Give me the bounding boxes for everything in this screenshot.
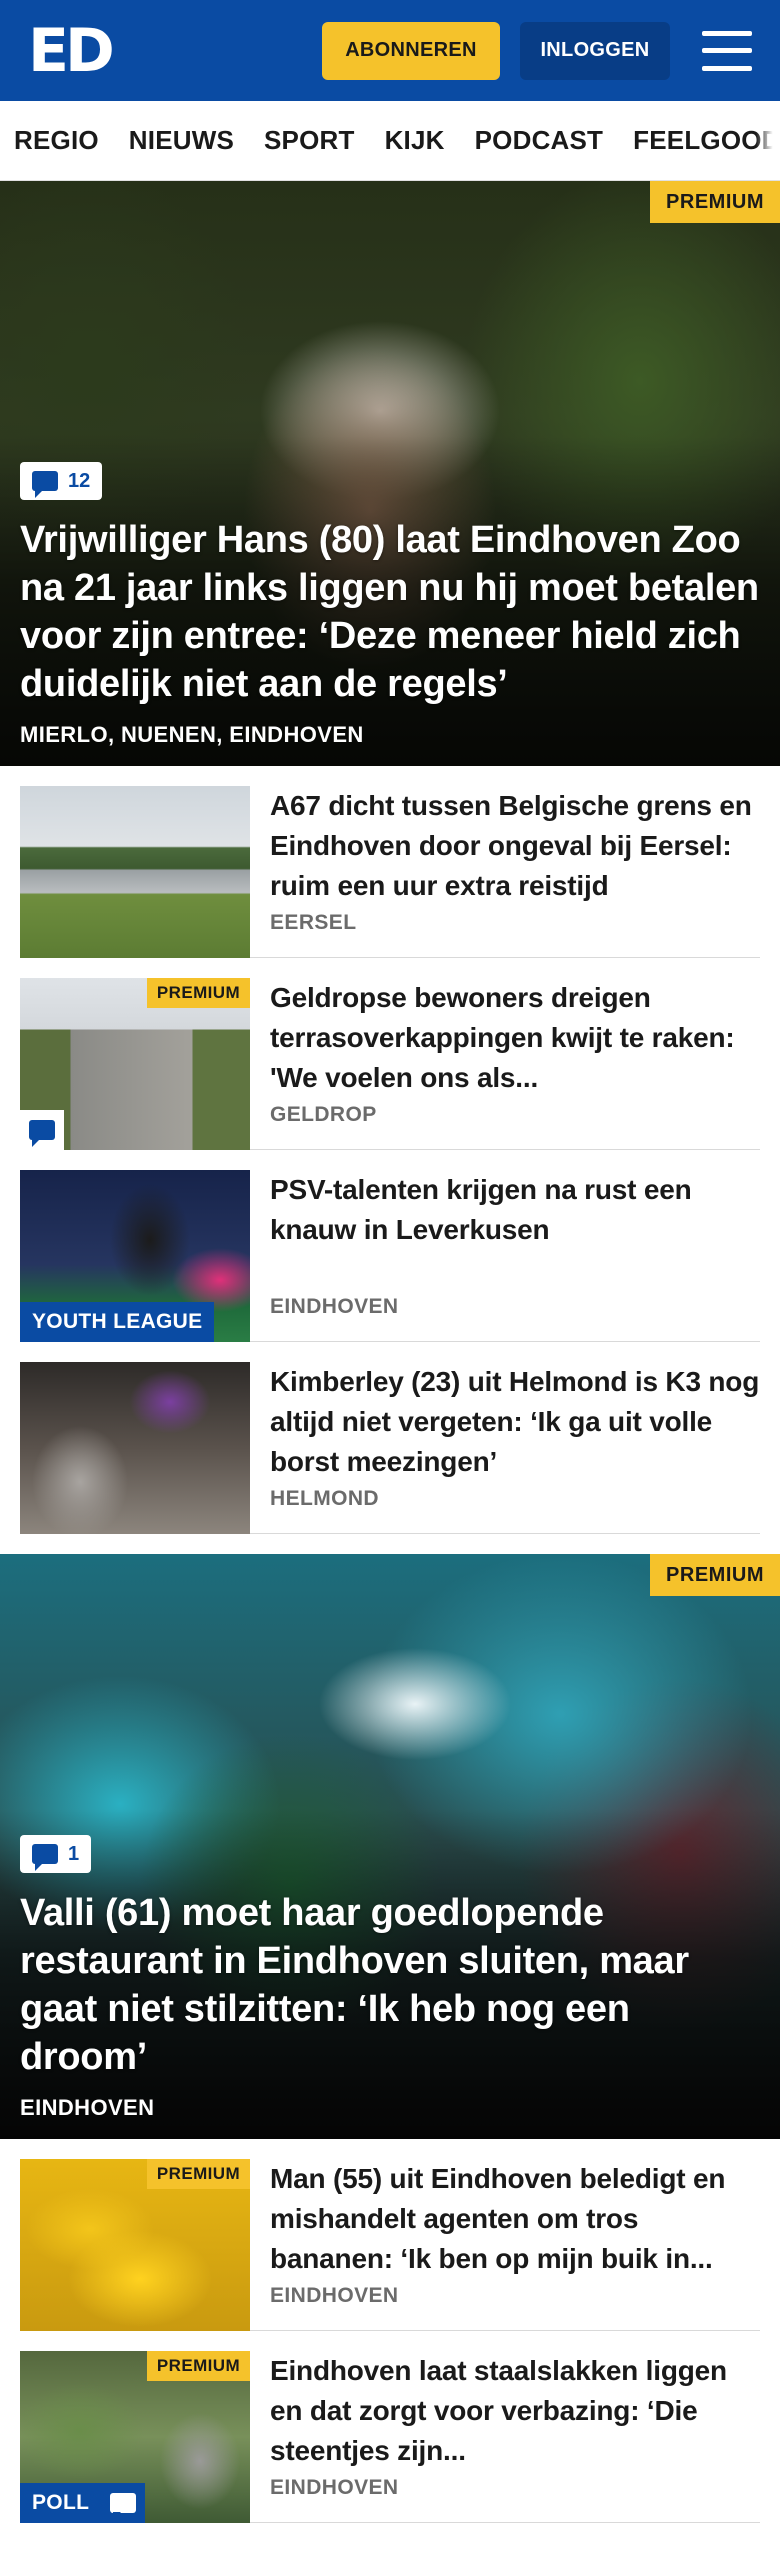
comment-icon xyxy=(110,2493,137,2520)
menu-icon[interactable] xyxy=(702,30,752,71)
article-text: Geldropse bewoners dreigen terrasoverkap… xyxy=(270,978,760,1129)
list-item[interactable]: YOUTH LEAGUE PSV-talenten krijgen na rus… xyxy=(20,1150,760,1342)
article-thumbnail xyxy=(20,1362,250,1534)
article-location: EINDHOVEN xyxy=(270,1295,399,1318)
comment-count-badge[interactable]: 1 xyxy=(20,1835,92,1873)
nav-item-regio[interactable]: REGIO xyxy=(14,125,99,156)
premium-badge: PREMIUM xyxy=(146,978,250,1008)
article-text: Eindhoven laat staalslakken liggen en da… xyxy=(270,2351,760,2502)
article-title[interactable]: PSV-talenten krijgen na rust een knauw i… xyxy=(270,1170,760,1250)
list-item[interactable]: A67 dicht tussen Belgische grens en Eind… xyxy=(20,766,760,958)
site-logo[interactable]: ED xyxy=(28,21,115,81)
premium-badge: PREMIUM xyxy=(650,181,780,223)
login-button[interactable]: INLOGGEN xyxy=(520,21,670,80)
comment-icon xyxy=(32,1844,58,1871)
nav-item-nieuws[interactable]: NIEUWS xyxy=(129,125,234,156)
article-thumbnail: YOUTH LEAGUE xyxy=(20,1170,250,1342)
hero-title[interactable]: Valli (61) moet haar goedlopende restaur… xyxy=(20,1889,760,2081)
article-text: A67 dicht tussen Belgische grens en Eind… xyxy=(270,786,760,937)
article-title[interactable]: A67 dicht tussen Belgische grens en Eind… xyxy=(270,786,760,906)
article-list: PREMIUM Man (55) uit Eindhoven beledigt … xyxy=(0,2139,780,2523)
article-location: GELDROP xyxy=(270,1103,377,1126)
subscribe-button[interactable]: ABONNEREN xyxy=(322,21,500,80)
article-thumbnail: PREMIUM xyxy=(20,978,250,1150)
hero-content: 1 Valli (61) moet haar goedlopende resta… xyxy=(20,1835,760,2121)
premium-badge: PREMIUM xyxy=(146,2351,250,2381)
premium-badge: PREMIUM xyxy=(650,1554,780,1596)
comment-count: 12 xyxy=(68,469,91,492)
premium-badge: PREMIUM xyxy=(146,2159,250,2189)
article-location: EERSEL xyxy=(270,911,357,934)
poll-badge-group: POLL xyxy=(20,2483,146,2523)
article-title[interactable]: Kimberley (23) uit Helmond is K3 nog alt… xyxy=(270,1362,760,1482)
article-thumbnail xyxy=(20,786,250,958)
comment-icon xyxy=(32,471,58,498)
article-text: Kimberley (23) uit Helmond is K3 nog alt… xyxy=(270,1362,760,1513)
nav-item-sport[interactable]: SPORT xyxy=(264,125,355,156)
nav-scroll-fade xyxy=(756,101,780,180)
list-item[interactable]: PREMIUM Geldropse bewoners dreigen terra… xyxy=(20,958,760,1150)
nav-item-kijk[interactable]: KIJK xyxy=(385,125,445,156)
article-location: EINDHOVEN xyxy=(270,2476,399,2499)
article-title[interactable]: Eindhoven laat staalslakken liggen en da… xyxy=(270,2351,760,2471)
article-title[interactable]: Geldropse bewoners dreigen terrasoverkap… xyxy=(270,978,760,1098)
article-title[interactable]: Man (55) uit Eindhoven beledigt en misha… xyxy=(270,2159,760,2279)
section-nav: REGIO NIEUWS SPORT KIJK PODCAST FEELGOOD xyxy=(0,101,780,181)
article-list: A67 dicht tussen Belgische grens en Eind… xyxy=(0,766,780,1534)
hero-location: EINDHOVEN xyxy=(20,2095,155,2120)
site-header: ED ABONNEREN INLOGGEN xyxy=(0,0,780,101)
article-thumbnail: PREMIUM POLL xyxy=(20,2351,250,2523)
article-location: HELMOND xyxy=(270,1487,379,1510)
list-item[interactable]: PREMIUM Man (55) uit Eindhoven beledigt … xyxy=(20,2139,760,2331)
comment-icon-badge[interactable] xyxy=(20,1110,64,1150)
hero-article[interactable]: PREMIUM 12 Vrijwilliger Hans (80) laat E… xyxy=(0,181,780,766)
comment-count-badge[interactable]: 12 xyxy=(20,462,103,500)
article-text: Man (55) uit Eindhoven beledigt en misha… xyxy=(270,2159,760,2310)
hero-title[interactable]: Vrijwilliger Hans (80) laat Eindhoven Zo… xyxy=(20,516,760,708)
comment-count: 1 xyxy=(68,1842,80,1865)
hero-location: MIERLO, NUENEN, EINDHOVEN xyxy=(20,722,364,747)
header-actions: ABONNEREN INLOGGEN xyxy=(322,21,752,80)
nav-item-podcast[interactable]: PODCAST xyxy=(475,125,604,156)
list-item[interactable]: Kimberley (23) uit Helmond is K3 nog alt… xyxy=(20,1342,760,1534)
comment-icon xyxy=(29,1120,55,1147)
hero-content: 12 Vrijwilliger Hans (80) laat Eindhoven… xyxy=(20,462,760,748)
comment-icon-badge[interactable] xyxy=(101,2483,146,2523)
article-thumbnail: PREMIUM xyxy=(20,2159,250,2331)
article-text: PSV-talenten krijgen na rust een knauw i… xyxy=(270,1170,760,1321)
list-item[interactable]: PREMIUM POLL Eindhoven laat staalslakken… xyxy=(20,2331,760,2523)
hero-article[interactable]: PREMIUM 1 Valli (61) moet haar goedlopen… xyxy=(0,1554,780,2139)
category-label: YOUTH LEAGUE xyxy=(20,1302,215,1342)
poll-label: POLL xyxy=(20,2483,102,2523)
article-location: EINDHOVEN xyxy=(270,2284,399,2307)
